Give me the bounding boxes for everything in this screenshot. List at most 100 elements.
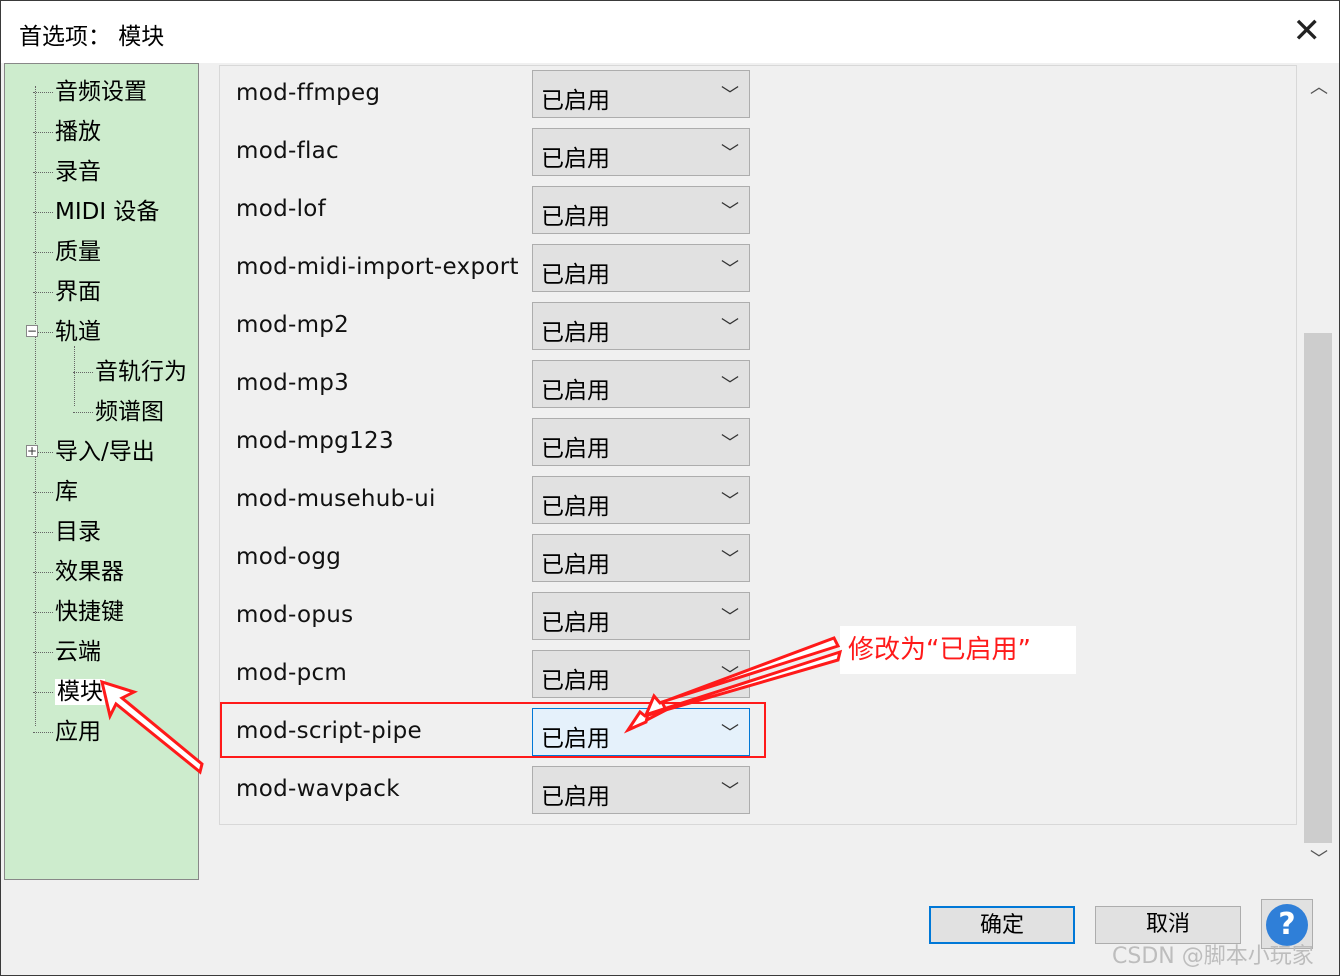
- chevron-down-icon: ﹀: [721, 375, 739, 396]
- tree-item[interactable]: 录音: [33, 152, 101, 186]
- tree-connector: [33, 252, 53, 253]
- dropdown-value: 已启用: [541, 378, 610, 404]
- expand-icon[interactable]: +: [26, 445, 38, 457]
- close-icon[interactable]: ✕: [1293, 11, 1322, 51]
- tree-connector: [33, 732, 53, 733]
- tree-connector: [33, 652, 53, 653]
- tree-item[interactable]: 云端: [33, 632, 101, 666]
- tree-item-label: 质量: [55, 239, 101, 265]
- highlight-box: [220, 702, 766, 758]
- tree-item[interactable]: 音频设置: [33, 72, 147, 106]
- tree-item-label: 音频设置: [55, 79, 147, 105]
- tree-item-label: 界面: [55, 279, 101, 305]
- chevron-down-icon: ﹀: [721, 549, 739, 570]
- module-status-dropdown[interactable]: 已启用 ﹀: [532, 360, 750, 408]
- tree-connector: [33, 212, 53, 213]
- module-name: mod-lof: [236, 196, 327, 222]
- module-status-dropdown[interactable]: 已启用 ﹀: [532, 476, 750, 524]
- module-status-dropdown[interactable]: 已启用 ﹀: [532, 592, 750, 640]
- module-status-dropdown[interactable]: 已启用 ﹀: [532, 302, 750, 350]
- tree-item[interactable]: 导入/导出: [33, 432, 155, 466]
- tree-item-label: 音轨行为: [95, 359, 187, 385]
- module-name: mod-wavpack: [236, 776, 400, 802]
- tree-item[interactable]: 播放: [33, 112, 101, 146]
- tree-connector: [73, 412, 93, 413]
- tree-connector: [33, 172, 53, 173]
- tree-item-label: 目录: [55, 519, 101, 545]
- chevron-down-icon: ﹀: [721, 317, 739, 338]
- tree-item[interactable]: 快捷键: [33, 592, 124, 626]
- tree-item[interactable]: 目录: [33, 512, 101, 546]
- dropdown-value: 已启用: [541, 784, 610, 810]
- tree-item-label: 播放: [55, 119, 101, 145]
- tree-connector: [33, 132, 53, 133]
- title-bar: 首选项： 模块 ✕: [1, 1, 1339, 63]
- tree-item-label: 录音: [55, 159, 101, 185]
- dropdown-value: 已启用: [541, 204, 610, 230]
- preferences-dialog: 首选项： 模块 ✕ 音频设置播放录音 MIDI 设备 质量界面轨道 − 音轨行为频谱图导…: [0, 0, 1340, 976]
- tree-item-label: 模块: [55, 679, 105, 705]
- tree-item[interactable]: 频谱图: [73, 392, 164, 426]
- dropdown-value: 已启用: [541, 262, 610, 288]
- chevron-down-icon: ﹀: [721, 781, 739, 802]
- module-name: mod-mp3: [236, 370, 350, 396]
- tree-connector: [33, 692, 53, 693]
- module-name: mod-midi-import-export: [236, 254, 519, 280]
- collapse-icon[interactable]: −: [26, 325, 38, 337]
- scroll-thumb[interactable]: [1304, 333, 1332, 843]
- tree-connector: [73, 372, 93, 373]
- module-name: mod-mpg123: [236, 428, 394, 454]
- vertical-scrollbar[interactable]: ︿ ﹀: [1302, 65, 1334, 877]
- dropdown-value: 已启用: [541, 320, 610, 346]
- tree-item-label: 库: [55, 479, 78, 505]
- tree-item[interactable]: 模块: [33, 672, 105, 706]
- chevron-down-icon: ﹀: [721, 85, 739, 106]
- tree-item[interactable]: 音轨行为: [73, 352, 187, 386]
- tree-connector: [33, 532, 53, 533]
- module-status-dropdown[interactable]: 已启用 ﹀: [532, 534, 750, 582]
- module-status-dropdown[interactable]: 已启用 ﹀: [532, 766, 750, 814]
- module-name: mod-ogg: [236, 544, 342, 570]
- module-status-dropdown[interactable]: 已启用 ﹀: [532, 70, 750, 118]
- dropdown-value: 已启用: [541, 146, 610, 172]
- dropdown-value: 已启用: [541, 668, 610, 694]
- dropdown-value: 已启用: [541, 610, 610, 636]
- tree-item[interactable]: 质量: [33, 232, 101, 266]
- preferences-tree: 音频设置播放录音 MIDI 设备 质量界面轨道 − 音轨行为频谱图导入/导出 + 库目录效果…: [4, 63, 199, 880]
- module-status-dropdown[interactable]: 已启用 ﹀: [532, 650, 750, 698]
- chevron-down-icon: ﹀: [721, 201, 739, 222]
- tree-item-label: 快捷键: [55, 599, 124, 625]
- tree-connector: [33, 92, 53, 93]
- tree-item-label: 频谱图: [95, 399, 164, 425]
- chevron-down-icon: ﹀: [721, 259, 739, 280]
- tree-item[interactable]: MIDI 设备: [33, 192, 159, 226]
- tree-item-label: MIDI 设备: [55, 199, 160, 225]
- module-status-dropdown[interactable]: 已启用 ﹀: [532, 418, 750, 466]
- tree-item-label: 应用: [55, 719, 101, 745]
- tree-item[interactable]: 库: [33, 472, 78, 506]
- tree-item-label: 云端: [55, 639, 101, 665]
- tree-item[interactable]: 应用: [33, 712, 101, 746]
- tree-item-label: 导入/导出: [55, 439, 155, 465]
- chevron-down-icon: ﹀: [721, 433, 739, 454]
- module-status-dropdown[interactable]: 已启用 ﹀: [532, 186, 750, 234]
- dropdown-value: 已启用: [541, 494, 610, 520]
- ok-button[interactable]: 确定: [929, 906, 1075, 944]
- module-status-dropdown[interactable]: 已启用 ﹀: [532, 128, 750, 176]
- tree-item[interactable]: 效果器: [33, 552, 124, 586]
- module-name: mod-opus: [236, 602, 354, 628]
- tree-connector: [33, 492, 53, 493]
- tree-item[interactable]: 轨道: [33, 312, 101, 346]
- chevron-down-icon: ﹀: [721, 607, 739, 628]
- annotation-label: 修改为“已启用”: [840, 626, 1076, 674]
- tree-connector: [33, 572, 53, 573]
- watermark: CSDN @脚本小玩家: [1112, 944, 1314, 969]
- tree-item[interactable]: 界面: [33, 272, 101, 306]
- tree-connector: [33, 292, 53, 293]
- module-name: mod-ffmpeg: [236, 80, 381, 106]
- scroll-down-icon[interactable]: ﹀: [1310, 845, 1328, 871]
- module-status-dropdown[interactable]: 已启用 ﹀: [532, 244, 750, 292]
- module-name: mod-pcm: [236, 660, 348, 686]
- module-name: mod-mp2: [236, 312, 350, 338]
- scroll-up-icon[interactable]: ︿: [1310, 73, 1328, 99]
